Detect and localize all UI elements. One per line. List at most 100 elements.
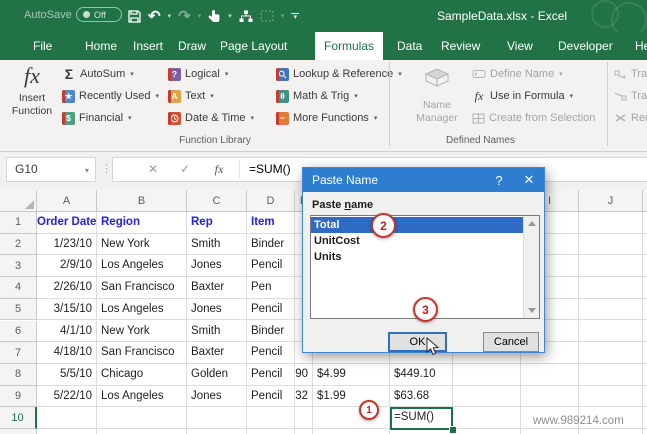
financial-button[interactable]: $ Financial ▾	[62, 110, 132, 126]
redo-icon[interactable]: ↷	[178, 9, 191, 24]
cell-B8[interactable]: Chicago	[97, 363, 187, 386]
row-header-1[interactable]: 1	[0, 212, 37, 234]
cell-K6[interactable]	[643, 321, 647, 343]
create-from-selection-button[interactable]: Create from Selection	[472, 110, 595, 126]
cell-C3[interactable]: Jones	[187, 255, 247, 278]
tab-view[interactable]: View	[507, 32, 533, 60]
cell-D11[interactable]	[247, 429, 295, 434]
cell-B9[interactable]: Los Angeles	[97, 385, 187, 408]
cell-B1[interactable]: Region	[97, 212, 187, 234]
cell-J8[interactable]	[579, 363, 643, 386]
cell-D10[interactable]	[247, 407, 295, 429]
cell-C5[interactable]: Jones	[187, 298, 247, 321]
cell-J7[interactable]	[579, 342, 643, 364]
cell-K3[interactable]	[643, 255, 647, 278]
scroll-down-icon[interactable]	[528, 308, 536, 313]
select-all-corner[interactable]	[0, 190, 37, 212]
cell-A6[interactable]: 4/1/10	[37, 320, 97, 343]
scroll-up-icon[interactable]	[528, 221, 536, 226]
cell-E9[interactable]: 32	[295, 385, 313, 408]
cell-F8[interactable]: $4.99	[313, 363, 390, 386]
cell-J2[interactable]	[579, 233, 643, 256]
cell-A10[interactable]	[37, 407, 97, 429]
cell-C11[interactable]	[187, 429, 247, 434]
cell-B11[interactable]	[97, 429, 187, 434]
autosum-button[interactable]: Σ AutoSum ▾	[62, 66, 134, 82]
cell-G11[interactable]	[390, 429, 453, 434]
cell-D6[interactable]: Binder	[247, 320, 295, 343]
cell-D5[interactable]: Pencil	[247, 298, 295, 321]
row-header-4[interactable]: 4	[0, 277, 37, 299]
tab-formulas-active[interactable]: Formulas	[315, 32, 383, 60]
cell-J4[interactable]	[579, 277, 643, 299]
math-trig-button[interactable]: θ Math & Trig ▾	[276, 88, 358, 104]
column-header-D[interactable]: D	[247, 190, 295, 212]
cell-J11[interactable]	[579, 429, 643, 434]
column-header-C[interactable]: C	[187, 190, 247, 212]
tab-home[interactable]: Home	[85, 32, 117, 60]
cell-H9[interactable]	[453, 385, 521, 408]
cell-K1[interactable]	[643, 212, 647, 234]
cell-B5[interactable]: Los Angeles	[97, 298, 187, 321]
remove-arrows-button[interactable]: Remove Arrows	[614, 110, 647, 126]
cell-F9[interactable]: $1.99	[313, 385, 390, 408]
cell-J3[interactable]	[579, 255, 643, 278]
insert-function-button[interactable]: fx Insert Function	[6, 63, 58, 118]
name-box[interactable]: G10 ▾	[6, 157, 96, 182]
selection-dropdown-icon[interactable]: ▾	[281, 12, 285, 20]
cell-H10[interactable]	[453, 407, 521, 429]
tab-data[interactable]: Data	[397, 32, 422, 60]
tab-help[interactable]: Help	[635, 32, 647, 60]
cell-B6[interactable]: New York	[97, 320, 187, 343]
row-header-6[interactable]: 6	[0, 320, 37, 343]
cell-C6[interactable]: Smith	[187, 320, 247, 343]
name-box-dropdown-icon[interactable]: ▾	[85, 158, 89, 183]
cell-D9[interactable]: Pencil	[247, 385, 295, 408]
cell-I8[interactable]	[521, 363, 579, 386]
undo-icon[interactable]: ↶	[148, 9, 161, 24]
cell-J9[interactable]	[579, 385, 643, 408]
listbox-scrollbar[interactable]	[523, 216, 539, 318]
formula-bar-resize-handle[interactable]: ⋮	[101, 157, 112, 182]
cell-A1[interactable]: Order Date	[37, 212, 97, 234]
row-header-5[interactable]: 5	[0, 298, 37, 321]
name-list-item-total[interactable]: Total	[311, 217, 523, 233]
recently-used-button[interactable]: ★ Recently Used ▾	[62, 88, 159, 104]
cell-E11[interactable]	[295, 429, 313, 434]
cell-H11[interactable]	[453, 429, 521, 434]
cell-G10[interactable]: =SUM()	[390, 407, 453, 429]
cell-C2[interactable]: Smith	[187, 233, 247, 256]
tab-developer[interactable]: Developer	[558, 32, 613, 60]
row-header-10[interactable]: 10	[0, 407, 37, 429]
row-header-7[interactable]: 7	[0, 342, 37, 364]
formula-input[interactable]: =SUM()	[249, 158, 291, 181]
cell-K10[interactable]	[643, 407, 647, 429]
more-functions-button[interactable]: − More Functions ▾	[276, 110, 377, 126]
cell-K11[interactable]	[643, 429, 647, 434]
cell-G9[interactable]: $63.68	[390, 385, 453, 408]
cell-G8[interactable]: $449.10	[390, 363, 453, 386]
customize-qat-icon[interactable]: ▾	[291, 12, 300, 21]
cell-I9[interactable]	[521, 385, 579, 408]
cell-A8[interactable]: 5/5/10	[37, 363, 97, 386]
cell-J6[interactable]	[579, 320, 643, 343]
cell-C9[interactable]: Jones	[187, 385, 247, 408]
use-in-formula-button[interactable]: fx Use in Formula ▾	[472, 88, 573, 104]
row-header-2[interactable]: 2	[0, 233, 37, 256]
insert-function-fx-icon[interactable]: fx	[209, 158, 229, 181]
name-list-item-units[interactable]: Units	[311, 249, 523, 265]
cell-A3[interactable]: 2/9/10	[37, 255, 97, 278]
cell-E8[interactable]: 90	[295, 363, 313, 386]
selection-tool-icon[interactable]	[260, 10, 274, 22]
cell-K9[interactable]	[643, 386, 647, 408]
cell-A11[interactable]	[37, 429, 97, 434]
tab-page-layout[interactable]: Page Layout	[220, 32, 287, 60]
save-icon[interactable]	[128, 9, 141, 23]
cell-D8[interactable]: Pencil	[247, 363, 295, 386]
touch-mode-icon[interactable]	[208, 9, 221, 23]
cell-D7[interactable]: Pencil	[247, 342, 295, 364]
cell-B2[interactable]: New York	[97, 233, 187, 256]
cell-A9[interactable]: 5/22/10	[37, 385, 97, 408]
dialog-help-button[interactable]: ?	[484, 173, 514, 188]
cell-H8[interactable]	[453, 363, 521, 386]
